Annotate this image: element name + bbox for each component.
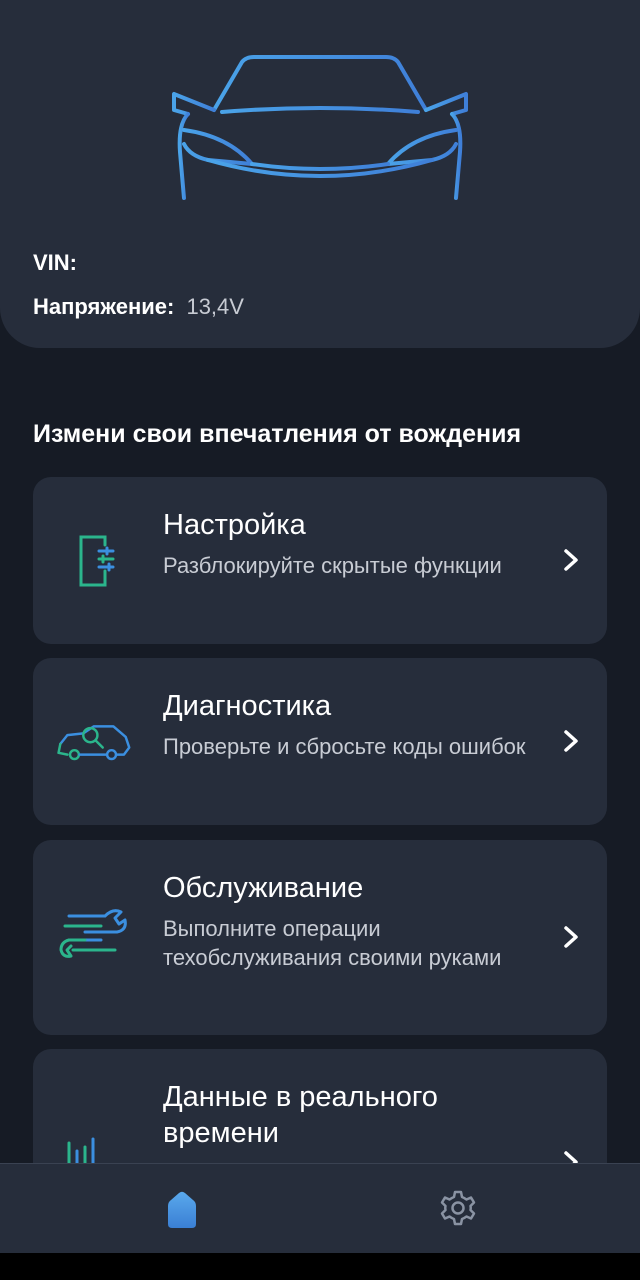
system-navigation-bar	[0, 1253, 640, 1280]
vin-row: VIN:	[33, 250, 83, 276]
vin-label: VIN:	[33, 250, 77, 275]
car-front-icon	[172, 55, 468, 200]
menu-item-title: Диагностика	[163, 690, 332, 722]
vehicle-info-card: VIN: Напряжение: 13,4V	[0, 0, 640, 348]
bottom-navigation	[0, 1163, 640, 1253]
car-diagnostics-icon	[57, 725, 131, 761]
chevron-right-icon	[564, 926, 578, 948]
menu-item-title: Настройка	[163, 509, 306, 541]
menu-item-title: Обслуживание	[163, 872, 364, 904]
menu-item-subtitle: Разблокируйте скрытые функции	[163, 553, 502, 578]
home-icon[interactable]	[158, 1186, 206, 1234]
menu-card-service[interactable]: Обслуживание Выполните операции техобслу…	[33, 840, 607, 1035]
menu-card-diagnostics[interactable]: Диагностика Проверьте и сбросьте коды ош…	[33, 658, 607, 825]
gear-icon[interactable]	[438, 1188, 478, 1228]
menu-card-settings[interactable]: Настройка Разблокируйте скрытые функции	[33, 477, 607, 644]
chevron-right-icon	[564, 730, 578, 752]
app-screen: VIN: Напряжение: 13,4V Измени свои впеча…	[0, 0, 640, 1280]
settings-panel-icon	[79, 535, 115, 587]
chevron-right-icon	[564, 549, 578, 571]
voltage-label: Напряжение:	[33, 294, 175, 319]
menu-item-subtitle: Проверьте и сбросьте коды ошибок	[163, 734, 526, 759]
voltage-row: Напряжение: 13,4V	[33, 294, 244, 320]
wrench-icon	[59, 909, 127, 958]
menu-item-title: Данные в реального времени	[163, 1081, 438, 1149]
menu-item-subtitle: Выполните операции техобслуживания своим…	[163, 916, 502, 970]
voltage-value: 13,4V	[186, 294, 244, 319]
section-title: Измени свои впечатления от вождения	[33, 420, 522, 448]
